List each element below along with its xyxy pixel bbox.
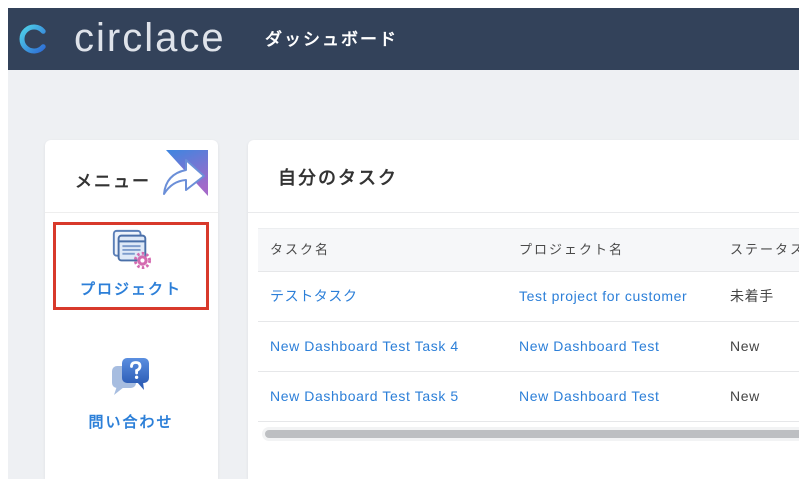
project-name-link[interactable]: New Dashboard Test bbox=[507, 322, 718, 371]
menu-item-label: プロジェクト bbox=[79, 281, 182, 298]
menu-item-project[interactable]: プロジェクト bbox=[53, 222, 209, 310]
menu-item-inquiry[interactable]: 問い合わせ bbox=[53, 340, 209, 440]
menu-item-label: 問い合わせ bbox=[88, 414, 174, 431]
menu-card: メニュー プロジェクト 問い合わせ bbox=[45, 140, 218, 479]
card-divider bbox=[248, 212, 799, 213]
logo-icon bbox=[18, 23, 50, 55]
task-table: タスク名 プロジェクト名 ステータス テストタスク Test project f… bbox=[258, 228, 799, 423]
table-header-row: タスク名 プロジェクト名 ステータス bbox=[258, 228, 799, 272]
logo-text: circlace bbox=[74, 16, 226, 60]
question-bubble-icon bbox=[109, 355, 153, 399]
scrollbar-thumb[interactable] bbox=[265, 430, 799, 438]
project-name-link[interactable]: New Dashboard Test bbox=[507, 372, 718, 421]
card-title: 自分のタスク bbox=[278, 168, 398, 188]
app-frame: circlace ダッシュボード メニュー プロジェクト 問い合わせ 自分のタス… bbox=[8, 8, 799, 479]
menu-title: メニュー bbox=[75, 172, 151, 191]
table-row: New Dashboard Test Task 5 New Dashboard … bbox=[258, 372, 799, 422]
project-icon bbox=[110, 228, 152, 270]
logo[interactable]: circlace bbox=[8, 8, 238, 70]
project-name-link[interactable]: Test project for customer bbox=[507, 272, 718, 321]
column-header-project-name: プロジェクト名 bbox=[519, 242, 625, 257]
task-status: 未着手 bbox=[730, 288, 774, 304]
column-header-status: ステータス bbox=[730, 242, 799, 257]
my-tasks-card: 自分のタスク タスク名 プロジェクト名 ステータス テストタスク Test pr… bbox=[248, 140, 799, 479]
task-name-link[interactable]: テストタスク bbox=[258, 272, 507, 321]
horizontal-scrollbar[interactable] bbox=[262, 427, 799, 441]
table-row: New Dashboard Test Task 4 New Dashboard … bbox=[258, 322, 799, 372]
task-name-link[interactable]: New Dashboard Test Task 4 bbox=[258, 322, 507, 371]
column-header-task-name: タスク名 bbox=[270, 242, 331, 257]
task-status: New bbox=[730, 338, 760, 354]
curved-arrow-icon bbox=[158, 146, 212, 200]
task-status: New bbox=[730, 388, 760, 404]
top-bar: circlace ダッシュボード bbox=[8, 8, 799, 70]
page-title: ダッシュボード bbox=[265, 30, 398, 49]
menu-divider bbox=[45, 212, 218, 213]
table-row: テストタスク Test project for customer 未着手 bbox=[258, 272, 799, 322]
task-name-link[interactable]: New Dashboard Test Task 5 bbox=[258, 372, 507, 421]
